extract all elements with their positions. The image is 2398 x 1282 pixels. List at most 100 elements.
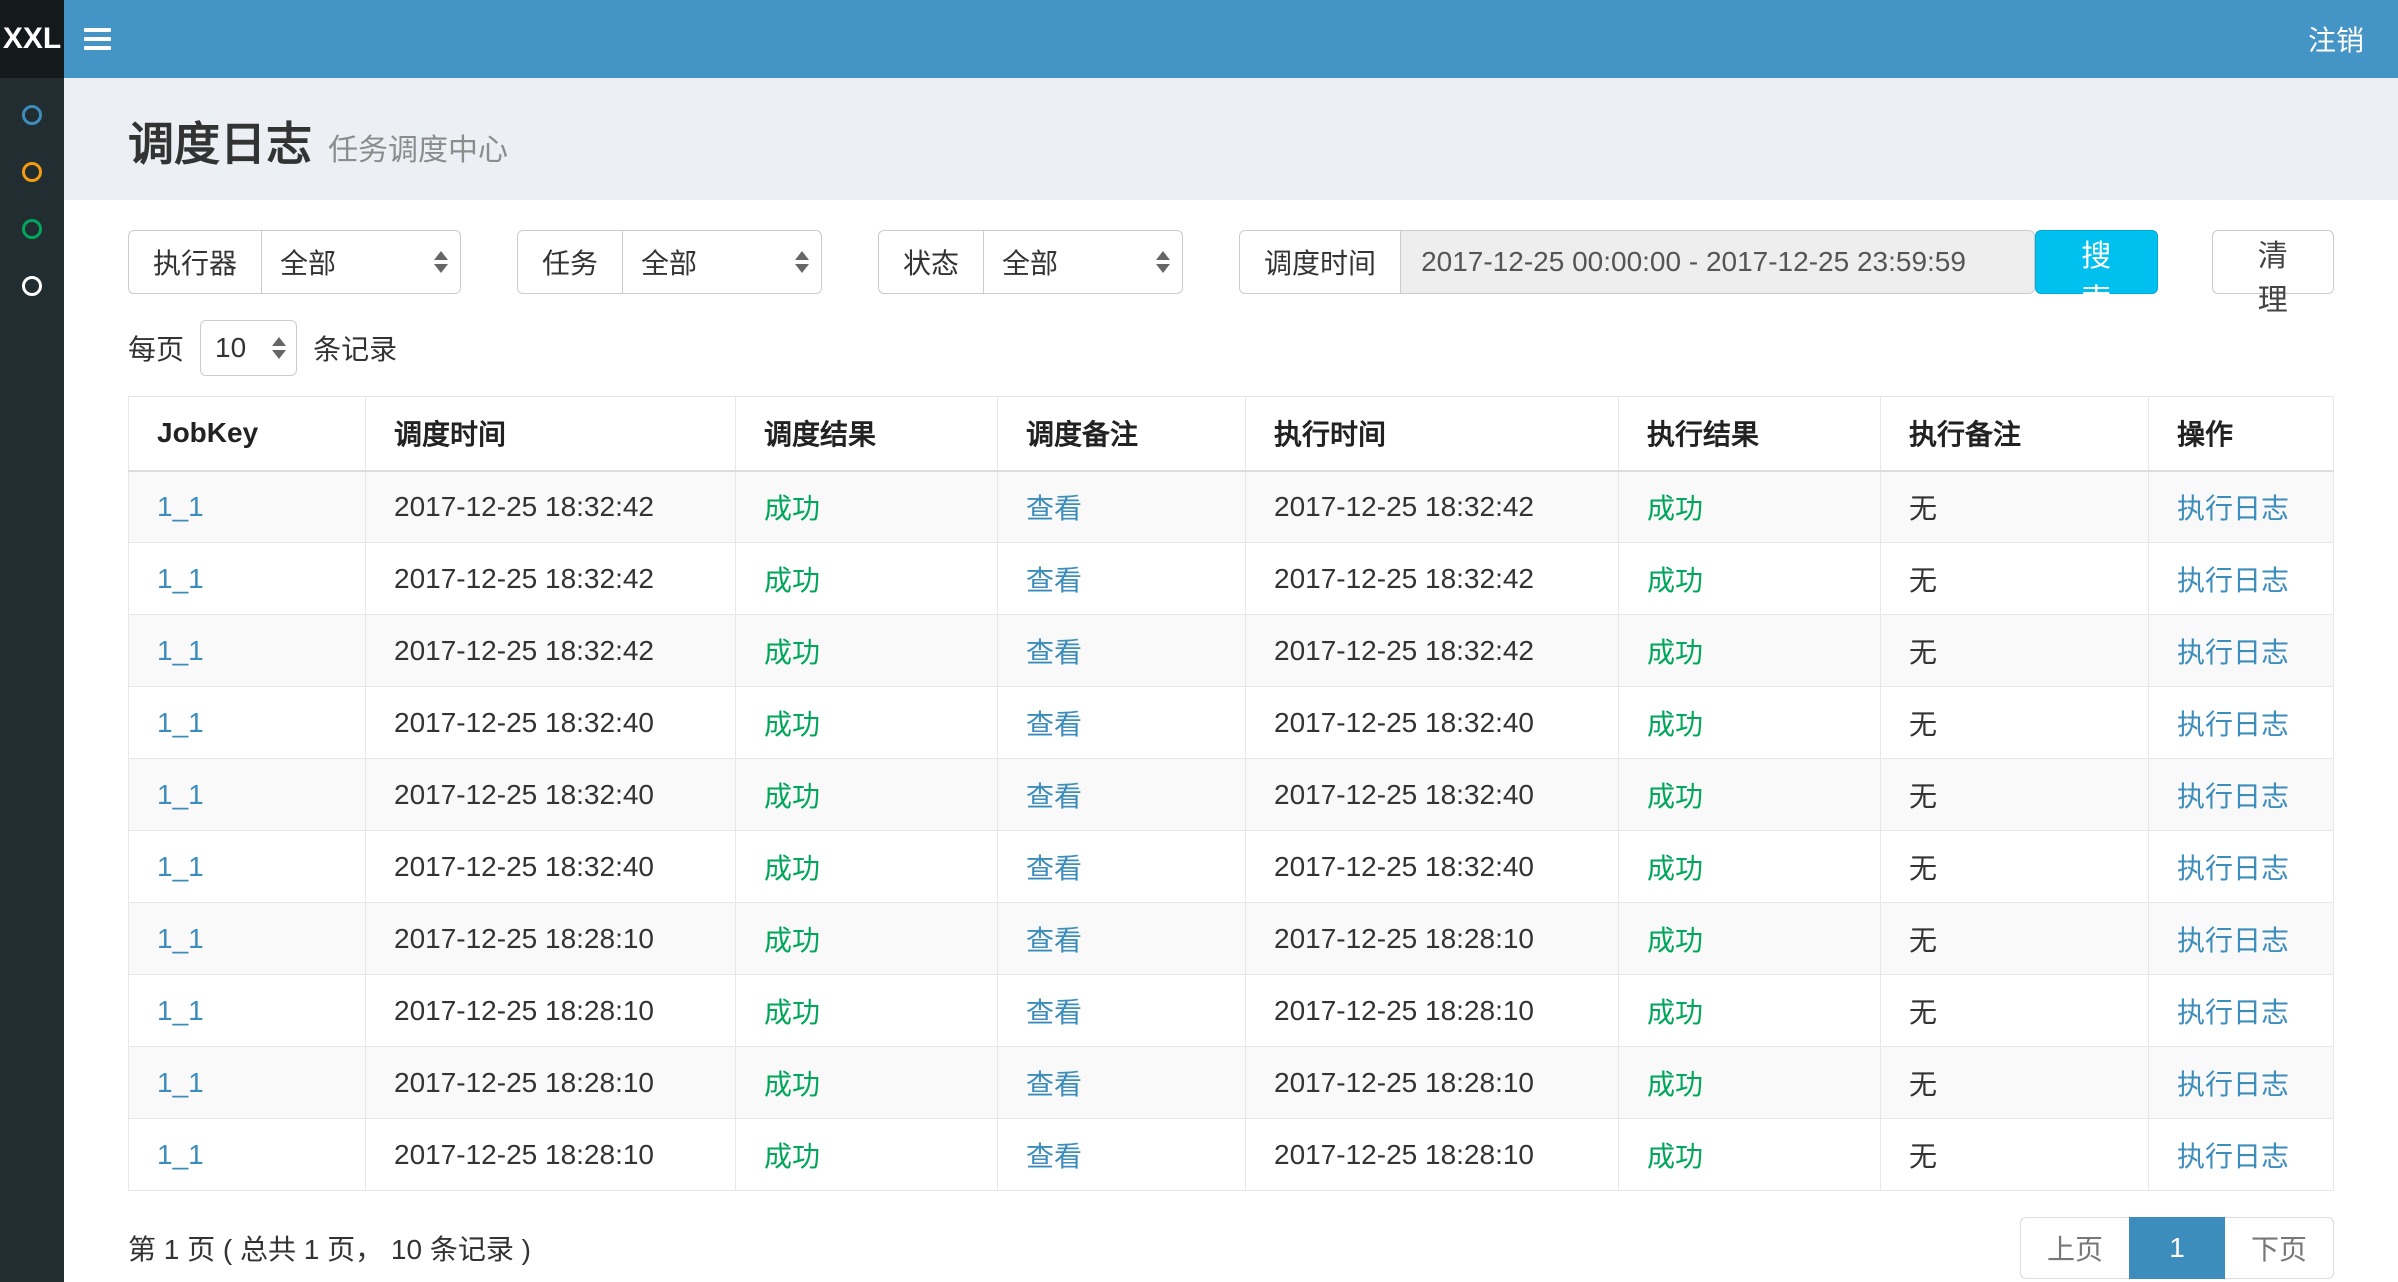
exec-time-cell: 2017-12-25 18:28:10 [1246,1119,1619,1191]
view-remark-link[interactable]: 查看 [1026,637,1082,668]
view-remark-link[interactable]: 查看 [1026,925,1082,956]
jobkey-link[interactable]: 1_1 [157,851,204,882]
column-header[interactable]: 调度时间 [366,397,736,471]
column-header[interactable]: 调度备注 [998,397,1246,471]
page-title: 调度日志 任务调度中心 [128,108,2334,174]
exec-time-cell: 2017-12-25 18:32:40 [1246,759,1619,831]
column-header[interactable]: 操作 [2149,397,2334,471]
sched-time-cell: 2017-12-25 18:32:42 [366,471,736,543]
sched-time-cell: 2017-12-25 18:32:40 [366,687,736,759]
clear-button[interactable]: 清理 [2212,230,2334,294]
time-filter-label: 调度时间 [1239,230,1400,294]
jobkey-link[interactable]: 1_1 [157,1139,204,1170]
exec-log-link[interactable]: 执行日志 [2177,997,2289,1028]
exec-result-cell: 成功 [1619,687,1881,759]
exec-remark-cell: 无 [1881,1119,2149,1191]
view-remark-link[interactable]: 查看 [1026,853,1082,884]
logo[interactable]: XXL [0,0,64,78]
table-row: 1_1 2017-12-25 18:32:42 成功 查看 2017-12-25… [129,543,2334,615]
sched-result-cell: 成功 [736,1119,998,1191]
exec-remark-cell: 无 [1881,759,2149,831]
sched-result-cell: 成功 [736,1047,998,1119]
sched-remark-cell: 查看 [998,615,1246,687]
jobkey-link[interactable]: 1_1 [157,491,204,522]
view-remark-link[interactable]: 查看 [1026,1141,1082,1172]
column-header[interactable]: JobKey [129,397,366,471]
sidebar-item-2[interactable] [0,143,64,200]
job-filter-label: 任务 [517,230,622,294]
logout-link[interactable]: 注销 [2274,0,2398,78]
prev-page-button[interactable]: 上页 [2020,1217,2130,1279]
search-button[interactable]: 搜索 [2035,230,2157,294]
circle-outline-icon [22,276,42,296]
filter-toolbar: 执行器 全部 任务 全部 状态 全部 [128,230,2334,294]
sched-time-cell: 2017-12-25 18:32:40 [366,759,736,831]
executor-select[interactable]: 全部 [261,230,461,294]
action-cell: 执行日志 [2149,543,2334,615]
view-remark-link[interactable]: 查看 [1026,781,1082,812]
exec-log-link[interactable]: 执行日志 [2177,1069,2289,1100]
pagination-info: 第 1 页 ( 总共 1 页， 10 条记录 ) [128,1228,531,1268]
sidebar-item-1[interactable] [0,86,64,143]
sched-remark-cell: 查看 [998,543,1246,615]
time-range-input[interactable] [1400,230,2035,294]
action-cell: 执行日志 [2149,1047,2334,1119]
exec-result-cell: 成功 [1619,543,1881,615]
sidebar-toggle-icon[interactable] [64,0,130,78]
content-header: 调度日志 任务调度中心 [64,78,2398,200]
jobkey-link[interactable]: 1_1 [157,1067,204,1098]
exec-result-cell: 成功 [1619,1047,1881,1119]
exec-time-cell: 2017-12-25 18:32:40 [1246,831,1619,903]
column-header[interactable]: 执行备注 [1881,397,2149,471]
column-header[interactable]: 执行时间 [1246,397,1619,471]
exec-log-link[interactable]: 执行日志 [2177,709,2289,740]
column-header[interactable]: 调度结果 [736,397,998,471]
action-cell: 执行日志 [2149,687,2334,759]
action-cell: 执行日志 [2149,831,2334,903]
exec-log-link[interactable]: 执行日志 [2177,781,2289,812]
jobkey-link[interactable]: 1_1 [157,563,204,594]
exec-log-link[interactable]: 执行日志 [2177,1141,2289,1172]
exec-log-link[interactable]: 执行日志 [2177,925,2289,956]
sidebar-item-3[interactable] [0,200,64,257]
page-size-select[interactable]: 10 [200,320,297,376]
status-select[interactable]: 全部 [983,230,1183,294]
exec-time-cell: 2017-12-25 18:32:40 [1246,687,1619,759]
sched-result-cell: 成功 [736,471,998,543]
jobkey-link[interactable]: 1_1 [157,923,204,954]
jobkey-link[interactable]: 1_1 [157,995,204,1026]
table-row: 1_1 2017-12-25 18:32:40 成功 查看 2017-12-25… [129,687,2334,759]
action-cell: 执行日志 [2149,471,2334,543]
table-row: 1_1 2017-12-25 18:28:10 成功 查看 2017-12-25… [129,1047,2334,1119]
view-remark-link[interactable]: 查看 [1026,565,1082,596]
circle-outline-icon [22,162,42,182]
view-remark-link[interactable]: 查看 [1026,709,1082,740]
sidebar-item-4[interactable] [0,257,64,314]
current-page-button[interactable]: 1 [2129,1217,2225,1279]
sched-result-cell: 成功 [736,975,998,1047]
exec-log-link[interactable]: 执行日志 [2177,493,2289,524]
view-remark-link[interactable]: 查看 [1026,493,1082,524]
job-filter: 任务 全部 [517,230,822,294]
exec-log-link[interactable]: 执行日志 [2177,637,2289,668]
column-header[interactable]: 执行结果 [1619,397,1881,471]
exec-log-link[interactable]: 执行日志 [2177,853,2289,884]
next-page-button[interactable]: 下页 [2224,1217,2334,1279]
view-remark-link[interactable]: 查看 [1026,1069,1082,1100]
jobkey-link[interactable]: 1_1 [157,707,204,738]
sched-time-cell: 2017-12-25 18:32:40 [366,831,736,903]
exec-time-cell: 2017-12-25 18:28:10 [1246,975,1619,1047]
view-remark-link[interactable]: 查看 [1026,997,1082,1028]
selected-value: 全部 [641,242,697,282]
sched-remark-cell: 查看 [998,1047,1246,1119]
sched-result-cell: 成功 [736,903,998,975]
select-stepper-icon [1156,251,1170,273]
jobkey-link[interactable]: 1_1 [157,779,204,810]
sched-remark-cell: 查看 [998,831,1246,903]
circle-outline-icon [22,219,42,239]
action-cell: 执行日志 [2149,975,2334,1047]
jobkey-link[interactable]: 1_1 [157,635,204,666]
exec-log-link[interactable]: 执行日志 [2177,565,2289,596]
job-select[interactable]: 全部 [622,230,822,294]
jobkey-cell: 1_1 [129,687,366,759]
